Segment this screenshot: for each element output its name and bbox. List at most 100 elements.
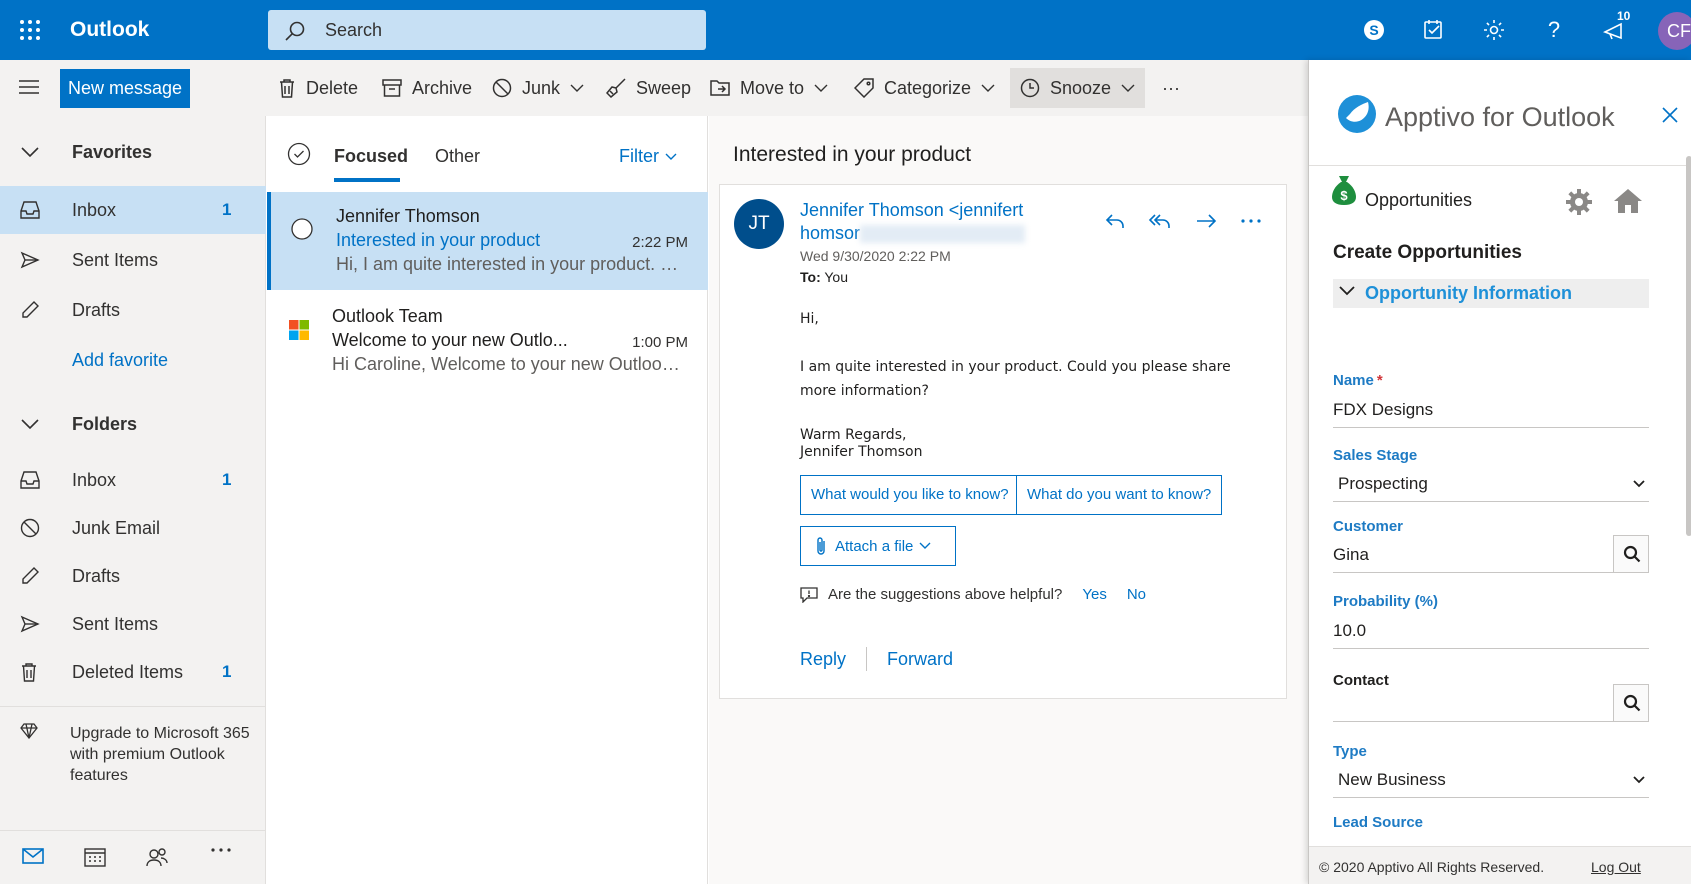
- chevron-down-icon: [21, 419, 39, 430]
- sales-stage-select[interactable]: Prospecting: [1333, 466, 1649, 502]
- block-icon: [20, 518, 40, 538]
- sidebar-item-drafts[interactable]: Drafts: [0, 552, 266, 600]
- hamburger-menu-icon[interactable]: [18, 78, 40, 96]
- list-item[interactable]: Jennifer Thomson Interested in your prod…: [267, 192, 708, 290]
- customer-search-button[interactable]: [1613, 535, 1649, 573]
- message-sender: Outlook Team: [332, 306, 443, 326]
- apptivo-logo-icon: [1338, 95, 1376, 133]
- name-field[interactable]: FDX Designs: [1333, 392, 1649, 428]
- sidebar-item-inbox[interactable]: Inbox 1: [0, 456, 266, 504]
- folders-header[interactable]: Folders: [0, 400, 266, 448]
- chevron-down-icon: [919, 542, 931, 549]
- forward-button[interactable]: Forward: [887, 649, 953, 670]
- categorize-button[interactable]: Categorize: [854, 68, 995, 108]
- folder-move-icon: [710, 80, 730, 96]
- contact-search-button[interactable]: [1613, 684, 1649, 722]
- send-icon: [20, 615, 40, 633]
- lead-source-label: Lead Source: [1333, 814, 1424, 831]
- section-opportunity-information[interactable]: Opportunity Information: [1333, 279, 1649, 308]
- add-favorite-link[interactable]: Add favorite: [0, 336, 266, 384]
- favorites-header[interactable]: Favorites: [0, 128, 266, 176]
- trash-icon: [280, 79, 294, 98]
- sidebar-item-drafts-favorite[interactable]: Drafts: [0, 286, 266, 334]
- more-actions-button[interactable]: ···: [1162, 68, 1180, 108]
- select-circle-icon[interactable]: [291, 218, 313, 240]
- contact-field[interactable]: [1333, 686, 1613, 722]
- forward-icon[interactable]: [1194, 211, 1218, 231]
- search-placeholder: Search: [325, 20, 383, 40]
- more-apps-icon[interactable]: [210, 847, 232, 853]
- reply-icon[interactable]: [1104, 211, 1126, 231]
- form-title: Create Opportunities: [1333, 242, 1522, 263]
- gear-icon[interactable]: [1565, 188, 1593, 216]
- feedback-no-link[interactable]: No: [1127, 586, 1146, 603]
- home-icon[interactable]: [1613, 188, 1643, 214]
- sidebar-item-sent-favorite[interactable]: Sent Items: [0, 236, 266, 284]
- more-options-icon[interactable]: [1240, 211, 1262, 231]
- search-icon: [1623, 694, 1641, 712]
- probability-field[interactable]: 10.0: [1333, 613, 1649, 649]
- list-item[interactable]: Outlook Team Welcome to your new Outlo..…: [267, 292, 708, 390]
- help-icon[interactable]: ?: [1538, 14, 1570, 46]
- close-icon[interactable]: [1661, 106, 1679, 124]
- tab-focused[interactable]: Focused: [334, 146, 408, 182]
- app-launcher-icon[interactable]: [18, 18, 42, 42]
- calendar-icon[interactable]: [84, 847, 106, 867]
- search-box[interactable]: Search: [268, 10, 706, 50]
- chevron-down-icon: [1339, 286, 1355, 296]
- todo-icon[interactable]: [1418, 14, 1450, 46]
- settings-gear-icon[interactable]: [1478, 14, 1510, 46]
- type-select[interactable]: New Business: [1333, 762, 1649, 798]
- module-title: Opportunities: [1365, 190, 1473, 210]
- tab-other[interactable]: Other: [435, 146, 480, 167]
- select-all-icon[interactable]: [287, 142, 311, 166]
- scrollbar[interactable]: [1686, 156, 1691, 536]
- microsoft-logo-icon: [289, 320, 309, 340]
- type-label: Type: [1333, 743, 1367, 760]
- upgrade-promo[interactable]: Upgrade to Microsoft 365 with premium Ou…: [20, 723, 260, 784]
- move-to-button[interactable]: Move to: [710, 68, 828, 108]
- reply-forward-bar: Reply Forward: [800, 647, 953, 671]
- reply-all-icon[interactable]: [1148, 211, 1172, 231]
- skype-icon[interactable]: S: [1358, 14, 1390, 46]
- trash-icon: [22, 663, 36, 682]
- addin-title: Apptivo for Outlook: [1385, 102, 1615, 132]
- clock-icon: [1020, 78, 1040, 98]
- archive-icon: [382, 79, 402, 97]
- new-message-button[interactable]: New message: [60, 69, 190, 108]
- snooze-button[interactable]: Snooze: [1010, 68, 1146, 108]
- filter-button[interactable]: Filter: [619, 146, 677, 167]
- people-icon[interactable]: [146, 847, 168, 867]
- search-icon: [285, 21, 305, 41]
- chevron-down-icon: [665, 153, 677, 160]
- name-label: Name *: [1333, 372, 1383, 389]
- sidebar-item-junk[interactable]: Junk Email: [0, 504, 266, 552]
- delete-button[interactable]: Delete: [278, 68, 358, 108]
- junk-button[interactable]: Junk: [492, 68, 584, 108]
- customer-field[interactable]: Gina: [1333, 537, 1613, 573]
- pencil-icon: [22, 301, 39, 318]
- sender-name[interactable]: Jennifer Thomson <jennifert homsor: [800, 199, 1060, 245]
- feedback-yes-link[interactable]: Yes: [1082, 586, 1106, 603]
- sidebar-item-sent[interactable]: Sent Items: [0, 600, 266, 648]
- suggested-reply-button[interactable]: What do you want to know?: [1016, 475, 1223, 515]
- feedback-icon: [800, 586, 818, 603]
- archive-button[interactable]: Archive: [382, 68, 472, 108]
- mail-icon[interactable]: [22, 847, 44, 865]
- suggested-reply-button[interactable]: What would you like to know?: [800, 475, 1020, 515]
- chevron-down-icon: [1121, 84, 1135, 92]
- money-bag-icon: $: [1332, 176, 1356, 205]
- apptivo-addin-panel: Apptivo for Outlook $ Opportunities Crea…: [1308, 60, 1691, 884]
- logout-link[interactable]: Log Out: [1591, 859, 1641, 875]
- app-title[interactable]: Outlook: [70, 18, 149, 42]
- user-avatar[interactable]: CF: [1658, 12, 1691, 50]
- message-sender: Jennifer Thomson: [336, 206, 480, 226]
- message-subject: Welcome to your new Outlo...: [332, 330, 568, 350]
- attach-file-button[interactable]: Attach a file: [800, 526, 956, 566]
- sidebar-item-deleted[interactable]: Deleted Items 1: [0, 648, 266, 696]
- reading-pane: Interested in your product JT Jennifer T…: [709, 116, 1308, 884]
- sender-avatar[interactable]: JT: [734, 199, 784, 249]
- sweep-button[interactable]: Sweep: [606, 68, 691, 108]
- sidebar-item-inbox-favorite[interactable]: Inbox 1: [0, 186, 266, 234]
- reply-button[interactable]: Reply: [800, 649, 846, 670]
